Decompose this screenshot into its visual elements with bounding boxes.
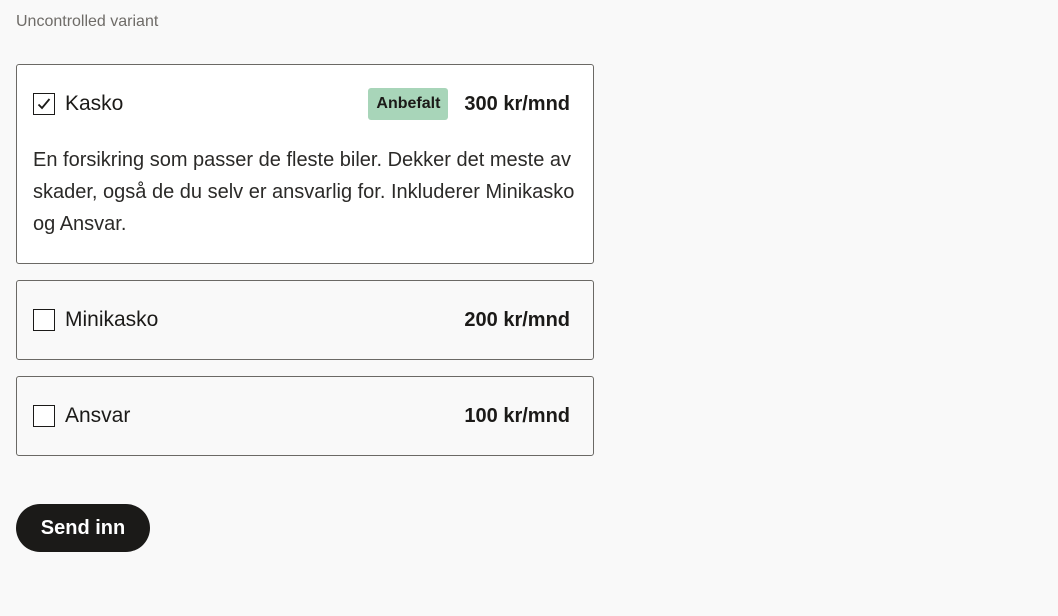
option-price: 300 kr/mnd	[464, 92, 570, 115]
page: Uncontrolled variant Kasko Anbefalt 300 …	[0, 0, 1058, 616]
recommended-badge: Anbefalt	[368, 88, 449, 120]
option-card-kasko[interactable]: Kasko Anbefalt 300 kr/mnd En forsikring …	[16, 64, 594, 264]
check-icon	[37, 98, 51, 110]
send-inn-button[interactable]: Send inn	[16, 504, 150, 552]
option-price: 100 kr/mnd	[464, 404, 570, 427]
option-name: Ansvar	[65, 404, 131, 427]
checkbox-kasko[interactable]	[33, 93, 55, 115]
option-description: En forsikring som passer de fleste biler…	[33, 149, 575, 235]
variant-label: Uncontrolled variant	[16, 13, 159, 30]
option-header: Ansvar 100 kr/mnd	[33, 400, 570, 432]
option-header: Kasko Anbefalt 300 kr/mnd	[33, 88, 570, 120]
option-header: Minikasko 200 kr/mnd	[33, 304, 570, 336]
option-name: Kasko	[65, 92, 124, 115]
checkbox-minikasko[interactable]	[33, 309, 55, 331]
option-name: Minikasko	[65, 308, 159, 331]
option-card-ansvar[interactable]: Ansvar 100 kr/mnd	[16, 376, 594, 456]
option-card-minikasko[interactable]: Minikasko 200 kr/mnd	[16, 280, 594, 360]
option-price: 200 kr/mnd	[464, 308, 570, 331]
checkbox-ansvar[interactable]	[33, 405, 55, 427]
